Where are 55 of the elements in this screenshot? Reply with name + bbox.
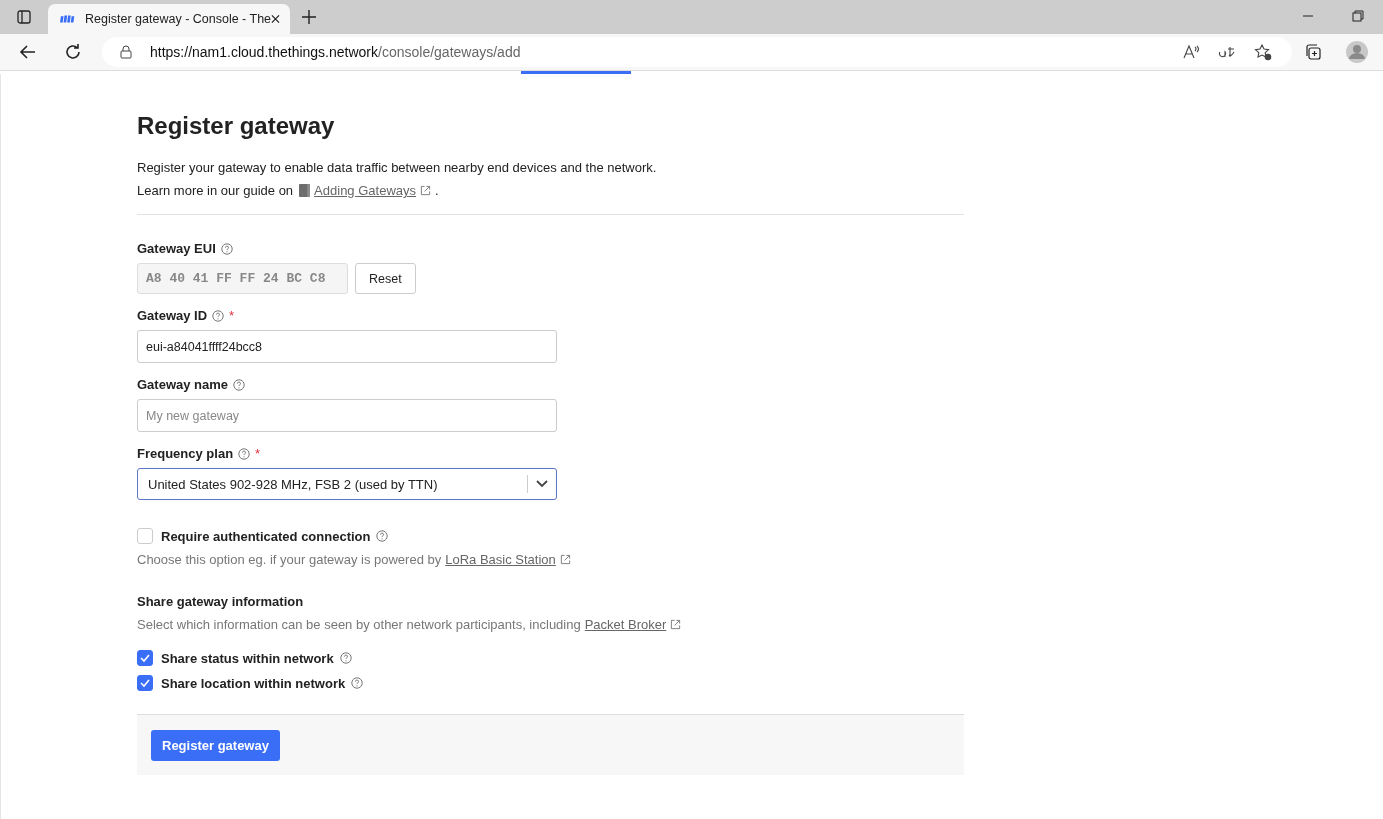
- close-icon[interactable]: [271, 14, 280, 24]
- checkbox[interactable]: [137, 650, 153, 666]
- guide-period: .: [435, 183, 439, 198]
- guide-text: Learn more in our guide on: [137, 183, 294, 198]
- checkbox[interactable]: [137, 675, 153, 691]
- text-input-field[interactable]: eui-a84041ffff24bcc8: [137, 330, 557, 363]
- external-link-icon: [670, 619, 682, 630]
- external-link-icon: [420, 185, 431, 196]
- collections-icon[interactable]: [1304, 43, 1322, 61]
- hint-text: Select which information can be seen by other network participants, including: [137, 617, 581, 632]
- external-link-icon: [559, 554, 571, 565]
- checkbox-label: Share status within network: [161, 650, 334, 666]
- url-text: https://nam1.cloud.thethings.network/console/gateways/add: [150, 44, 521, 60]
- hint-text: Choose this option eg. if your gateway is powered by: [137, 552, 442, 567]
- checkbox[interactable]: [137, 528, 153, 544]
- restore-icon[interactable]: [1352, 10, 1364, 22]
- text-input-field[interactable]: My new gateway: [137, 399, 557, 432]
- tab-actions-icon[interactable]: [16, 9, 32, 25]
- checkbox-label: Share location within network: [161, 675, 346, 691]
- help-icon[interactable]: [351, 677, 364, 689]
- frequency-plan-select[interactable]: United States 902-928 MHz, FSB 2 (used by TTN): [137, 468, 557, 500]
- help-icon[interactable]: [220, 242, 233, 255]
- intro-text: Register your gateway to enable data traffic between nearby end devices and the network.: [137, 160, 658, 175]
- tab-title: Register gateway - Console - The: [85, 12, 272, 26]
- lock-icon: [120, 45, 132, 59]
- packet-broker-link[interactable]: Packet Broker: [584, 617, 667, 632]
- field-label: Frequency plan: [137, 446, 234, 461]
- book-icon: [299, 184, 311, 197]
- field-label: Gateway ID: [137, 308, 208, 323]
- checkbox-label: Require authenticated connection: [161, 528, 371, 544]
- back-icon[interactable]: [19, 43, 37, 61]
- site-logo-icon: [60, 14, 77, 24]
- help-icon[interactable]: [233, 378, 246, 391]
- required-mark: *: [255, 446, 261, 461]
- help-icon[interactable]: [376, 530, 389, 542]
- refresh-icon[interactable]: [64, 43, 82, 61]
- profile-avatar-icon[interactable]: [1346, 41, 1368, 63]
- help-icon[interactable]: [212, 309, 225, 322]
- field-label: Gateway EUI: [137, 241, 216, 256]
- help-icon[interactable]: [339, 652, 352, 664]
- browser-tab[interactable]: Register gateway - Console - The: [48, 4, 290, 34]
- help-icon[interactable]: [238, 447, 251, 460]
- field-label: Gateway name: [137, 377, 229, 392]
- address-bar[interactable]: https://nam1.cloud.thethings.network/console/gateways/add: [102, 37, 1292, 67]
- page-title: Register gateway: [137, 112, 336, 140]
- adding-gateways-link[interactable]: Adding Gateways: [314, 183, 416, 198]
- lora-basic-station-link[interactable]: LoRa Basic Station: [445, 552, 556, 567]
- read-aloud-icon[interactable]: [1182, 43, 1200, 61]
- chevron-down-icon: [536, 480, 548, 488]
- favorite-star-icon[interactable]: [1254, 43, 1272, 61]
- required-mark: *: [229, 308, 235, 323]
- new-tab-icon[interactable]: [302, 10, 316, 24]
- section-heading: Share gateway information: [137, 594, 305, 609]
- register-gateway-button[interactable]: Register gateway: [151, 729, 280, 761]
- reset-button[interactable]: Reset: [355, 263, 416, 294]
